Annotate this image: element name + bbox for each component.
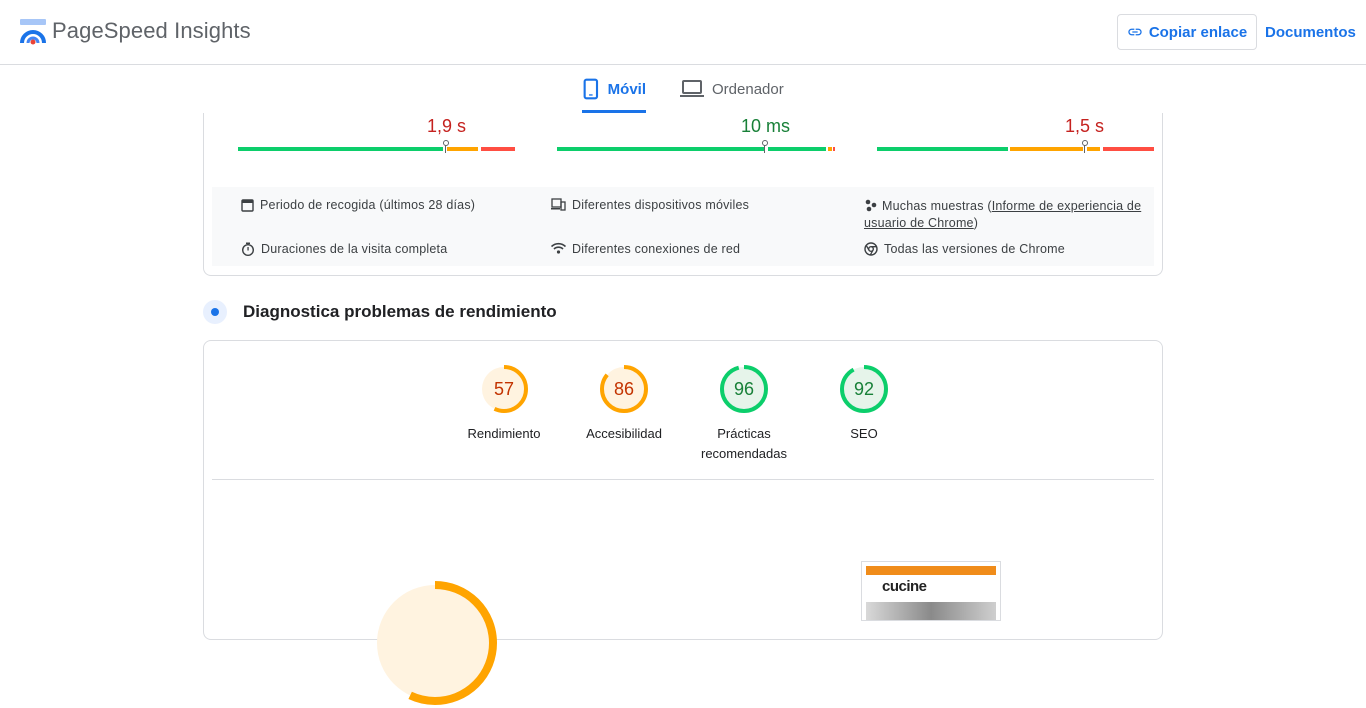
copy-link-button[interactable]: Copiar enlace — [1117, 14, 1257, 50]
info-durations: Duraciones de la visita completa — [241, 241, 447, 258]
divider — [212, 479, 1154, 480]
metric-value: 1,5 s — [1065, 116, 1105, 136]
timer-icon — [242, 242, 254, 256]
docs-link[interactable]: Documentos — [1265, 24, 1356, 41]
distribution-bar-average — [828, 147, 832, 151]
distribution-bar-average — [1010, 147, 1083, 151]
score-label: Prácticas recomendadas — [701, 426, 787, 461]
distribution-bar-poor — [833, 147, 835, 151]
distribution-bar-good — [557, 147, 764, 151]
percentile-marker-line — [445, 145, 446, 153]
lighthouse-scores-card — [203, 340, 1163, 640]
distribution-bar-average — [447, 147, 478, 151]
info-chrome-versions: Todas las versiones de Chrome — [864, 241, 1065, 258]
score-value: 86 — [613, 379, 635, 399]
score-label: Accesibilidad — [586, 426, 662, 441]
app-title: PageSpeed Insights — [52, 18, 251, 43]
info-samples: Muchas muestras (Informe de experiencia … — [864, 199, 1142, 230]
score-value: 92 — [853, 379, 875, 399]
wifi-icon — [551, 242, 566, 254]
link-icon — [1128, 28, 1142, 36]
scatter-icon — [865, 199, 877, 212]
info-collection-period: Periodo de recogida (últimos 28 días) — [241, 197, 475, 214]
score-label: Rendimiento — [467, 426, 541, 441]
tab-mobile[interactable]: Móvil — [582, 65, 646, 113]
score-label: SEO — [850, 426, 878, 441]
tab-desktop-label: Ordenador — [712, 80, 784, 98]
device-tabs: Móvil Ordenador — [0, 65, 1366, 113]
distribution-bar-good — [238, 147, 443, 151]
metric-value: 1,9 s — [427, 116, 467, 136]
laptop-icon — [680, 80, 704, 97]
distribution-bar-good — [768, 147, 826, 151]
score-value: 96 — [733, 379, 755, 399]
distribution-bar-average — [1087, 147, 1100, 151]
tab-desktop[interactable]: Ordenador — [680, 65, 784, 113]
thumbnail-topbar — [866, 566, 996, 575]
thumbnail-image — [866, 602, 996, 620]
copy-link-label: Copiar enlace — [1148, 23, 1248, 41]
percentile-marker — [1082, 140, 1088, 146]
chrome-icon — [864, 242, 878, 256]
thumbnail-brand: cucine — [882, 578, 927, 595]
metric-value: 10 ms — [741, 116, 791, 136]
performance-large-gauge-icon — [373, 581, 497, 705]
distribution-bar-poor — [1103, 147, 1154, 151]
smartphone-icon — [583, 78, 599, 100]
percentile-marker — [762, 140, 768, 146]
pagespeed-logo-icon — [20, 19, 46, 45]
info-devices: Diferentes dispositivos móviles — [551, 197, 749, 214]
score-value: 57 — [493, 379, 515, 399]
diagnose-icon — [203, 300, 227, 324]
page-screenshot-thumbnail: cucine — [861, 561, 1001, 621]
tab-mobile-label: Móvil — [607, 80, 646, 98]
section-title: Diagnostica problemas de rendimiento — [243, 302, 557, 321]
app-header: PageSpeed Insights Copiar enlace Documen… — [0, 0, 1366, 65]
calendar-icon — [241, 199, 254, 212]
percentile-marker — [443, 140, 449, 146]
percentile-marker-line — [1084, 145, 1085, 153]
distribution-bar-poor — [481, 147, 515, 151]
percentile-marker-line — [764, 145, 765, 153]
devices-icon — [551, 198, 566, 211]
info-connections: Diferentes conexiones de red — [551, 241, 740, 258]
distribution-bar-good — [877, 147, 1008, 151]
